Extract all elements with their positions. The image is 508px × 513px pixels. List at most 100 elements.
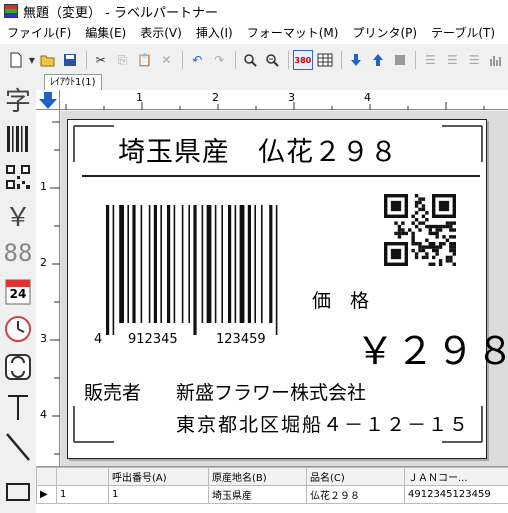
copy-icon[interactable]: ⎘ (113, 50, 133, 70)
redo-icon[interactable]: ↷ (209, 50, 229, 70)
toolbar-separator (235, 51, 237, 69)
counter-tool-icon[interactable] (2, 350, 34, 384)
toolbar-separator (287, 51, 289, 69)
qrcode-tool-icon[interactable] (2, 160, 34, 194)
barcode-tool-icon[interactable] (2, 122, 34, 156)
window-title: 無題（変更） - ラベルパートナー (23, 5, 218, 21)
app-window: 無題（変更） - ラベルパートナー ファイル(F) 編集(E) 表示(V) 挿入… (0, 0, 508, 513)
arrow-down-icon[interactable] (346, 50, 366, 70)
seller-address[interactable]: 東京都北区堀船４－１２－１５ (176, 410, 470, 437)
tab-layout-1[interactable]: ﾚｲｱｳﾄ1(1) (44, 74, 102, 90)
col-header-indicator (36, 467, 57, 486)
ruler-left-label-3: 3 (40, 332, 47, 345)
ruler-corner (36, 90, 60, 110)
text-tool-glyph: 字 (4, 86, 31, 117)
calendar-tool-icon[interactable]: 24 (2, 274, 34, 308)
undo-icon[interactable]: ↶ (187, 50, 207, 70)
text-tool-icon[interactable]: 字 (2, 82, 34, 117)
col-header-jan[interactable]: ＪＡＮコー... (404, 467, 508, 486)
row-indicator: ▶ (36, 485, 57, 504)
ruler-left: 1 2 3 4 (36, 110, 60, 466)
arrow-down-icon (39, 92, 57, 109)
new-icon[interactable] (6, 50, 26, 70)
line-tool-icon[interactable] (2, 390, 34, 424)
menu-insert[interactable]: 挿入(I) (189, 22, 240, 44)
col-header-rownum (56, 467, 109, 486)
menu-bar: ファイル(F) 編集(E) 表示(V) 挿入(I) フォーマット(M) プリンタ… (0, 22, 508, 44)
barcode-digits-right: 123459 (216, 332, 266, 347)
ruler-top-label-3: 3 (288, 91, 295, 104)
seller-label[interactable]: 販売者 (84, 378, 141, 405)
price-label[interactable]: 価 格 (312, 286, 369, 313)
title-bar: 無題（変更） - ラベルパートナー (0, 0, 508, 22)
yen-tool-icon[interactable]: ￥ (2, 198, 34, 233)
app-icon (4, 4, 18, 18)
number-tool-glyph: 88 (3, 239, 33, 267)
align-center-icon[interactable]: ☰ (442, 50, 462, 70)
table-header-row: 呼出番号(A) 原産地名(B) 品名(C) ＪＡＮコー... (36, 467, 508, 486)
label-canvas[interactable]: 埼玉県産 仏花２９８ 4 912345 123459 価 格 ￥２９８ 販売者 … (61, 111, 508, 466)
menu-format[interactable]: フォーマット(M) (240, 22, 346, 44)
seller-name[interactable]: 新盛フラワー株式会社 (176, 378, 366, 405)
zoom-icon[interactable] (262, 50, 282, 70)
menu-view[interactable]: 表示(V) (133, 22, 189, 44)
col-header-b[interactable]: 原産地名(B) (208, 467, 307, 486)
barcode[interactable] (98, 205, 298, 335)
data-grid: 呼出番号(A) 原産地名(B) 品名(C) ＪＡＮコー... ▶ 1 1 埼玉県… (36, 466, 508, 513)
menu-printer[interactable]: プリンタ(P) (345, 22, 424, 44)
save-icon[interactable] (60, 50, 80, 70)
ruler-top-label-2: 2 (212, 91, 219, 104)
col-header-a[interactable]: 呼出番号(A) (108, 467, 209, 486)
calendar-icon-text: 380 (294, 55, 312, 65)
cell-jan-code[interactable]: 4912345123459 (404, 485, 508, 504)
bar-graph-icon[interactable] (486, 50, 506, 70)
yen-tool-glyph: ￥ (4, 202, 31, 233)
arrow-up-icon[interactable] (368, 50, 388, 70)
barcode-digits-mid: 912345 (128, 332, 178, 347)
align-right-icon[interactable]: ☰ (464, 50, 484, 70)
cell-origin[interactable]: 埼玉県産 (208, 485, 307, 504)
label-sheet[interactable]: 埼玉県産 仏花２９８ 4 912345 123459 価 格 ￥２９８ 販売者 … (67, 119, 508, 459)
calendar-380-icon[interactable]: 380 (292, 50, 313, 70)
cell-call-number[interactable]: 1 (108, 485, 209, 504)
dropdown-arrow-icon[interactable]: ▾ (28, 50, 36, 70)
ruler-left-label-2: 2 (40, 256, 47, 269)
toolbar-separator (340, 51, 342, 69)
object-palette: 字 ￥ 88 24 (0, 80, 36, 513)
paste-icon[interactable]: 📋 (135, 50, 155, 70)
ruler-top: 1 2 3 4 (60, 90, 508, 110)
toolbar-separator (415, 51, 417, 69)
delete-icon[interactable]: ✕ (156, 50, 176, 70)
number-tool-icon[interactable]: 88 (2, 236, 34, 270)
ruler-left-label-1: 1 (40, 180, 47, 193)
row-number: 1 (56, 485, 109, 504)
toolbar-separator (182, 51, 184, 69)
col-header-c[interactable]: 品名(C) (306, 467, 405, 486)
menu-file[interactable]: ファイル(F) (0, 22, 78, 44)
stop-icon[interactable] (390, 50, 410, 70)
menu-table[interactable]: テーブル(T) (424, 22, 502, 44)
align-left-icon[interactable]: ☰ (420, 50, 440, 70)
cut-icon[interactable]: ✂ (91, 50, 111, 70)
layout-tabstrip: ﾚｲｱｳﾄ1(1) (36, 72, 508, 90)
ruler-left-label-4: 4 (40, 408, 47, 421)
table-icon[interactable] (315, 50, 335, 70)
barcode-digit-left: 4 (94, 332, 103, 347)
ruler-top-label-4: 4 (364, 91, 371, 104)
search-icon[interactable] (240, 50, 260, 70)
table-row[interactable]: ▶ 1 1 埼玉県産 仏花２９８ 4912345123459 (36, 485, 508, 504)
ruler-top-ticks (65, 102, 485, 110)
qr-code[interactable] (384, 194, 456, 266)
label-title[interactable]: 埼玉県産 仏花２９８ (118, 130, 398, 169)
cell-product-name[interactable]: 仏花２９８ (306, 485, 405, 504)
price-value[interactable]: ￥２９８ (356, 320, 508, 375)
toolbar-separator (85, 51, 87, 69)
calendar-day: 24 (9, 287, 27, 301)
diagonal-line-tool-icon[interactable] (2, 430, 34, 464)
rectangle-tool-icon[interactable] (2, 475, 34, 509)
toolbar: ▾ ✂ ⎘ 📋 ✕ ↶ ↷ 380 ☰ ☰ ☰ (0, 48, 508, 72)
ruler-top-label-1: 1 (136, 91, 143, 104)
clock-tool-icon[interactable] (2, 312, 34, 346)
open-icon[interactable] (38, 50, 58, 70)
menu-edit[interactable]: 編集(E) (78, 22, 133, 44)
